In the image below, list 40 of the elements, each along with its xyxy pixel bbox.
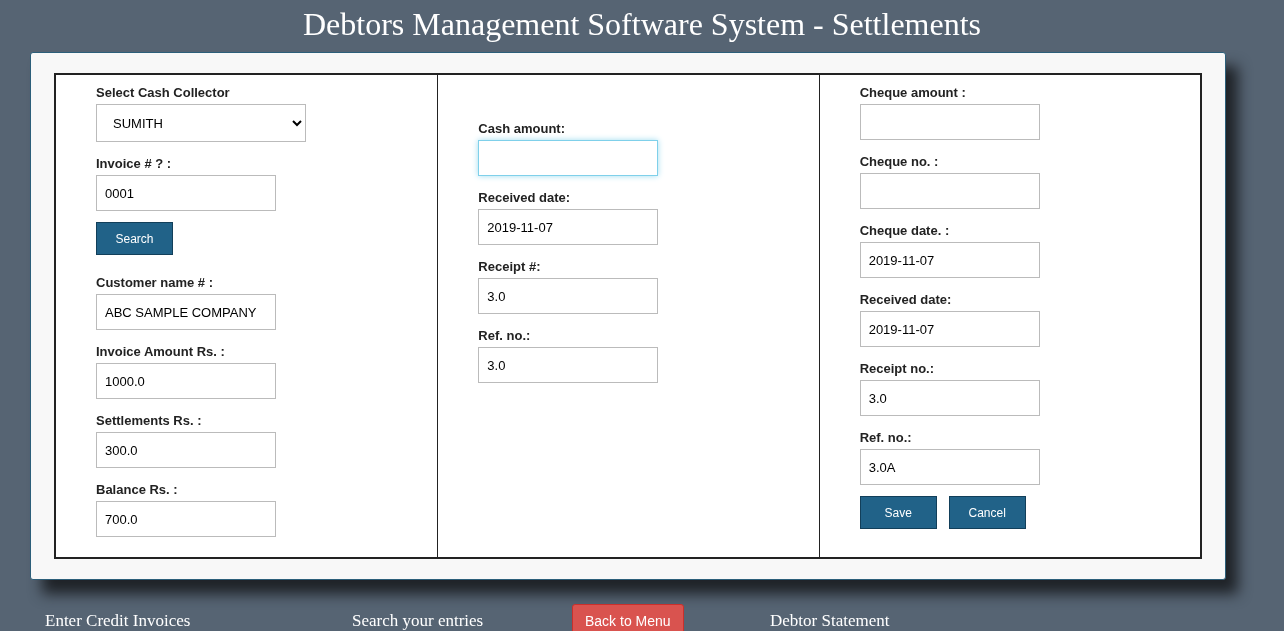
action-button[interactable]: Cancel [948, 496, 1026, 529]
back-to-menu-button[interactable]: Back to Menu [572, 604, 684, 631]
field-label: Cheque date. : [859, 223, 951, 238]
field-label: Receipt #: [478, 259, 542, 274]
input-field[interactable]: 2019-11-07 [478, 209, 659, 245]
input-field[interactable]: 1000.0 [96, 363, 276, 399]
collector-dropdown[interactable]: SUMITH [96, 104, 306, 142]
nav-link[interactable]: Enter Credit Invoices [45, 611, 191, 631]
input-field[interactable]: 3.0 [478, 347, 659, 383]
input-field[interactable]: 3.0A [859, 449, 1040, 485]
input-field[interactable]: ABC SAMPLE COMPANY [96, 294, 276, 330]
field-label: Cheque amount : [859, 85, 967, 100]
input-field[interactable]: 0001 [96, 175, 276, 211]
action-button[interactable]: Save [859, 496, 937, 529]
field-label: Invoice # ? : [96, 156, 173, 171]
input-field[interactable]: 300.0 [96, 432, 276, 468]
field-label: Settlements Rs. : [96, 413, 203, 428]
field-label: Invoice Amount Rs. : [96, 344, 226, 359]
input-field[interactable] [859, 173, 1040, 209]
input-field[interactable]: 2019-11-07 [859, 311, 1040, 347]
field-label: Cash amount: [478, 121, 566, 136]
field-label: Balance Rs. : [96, 482, 179, 497]
nav-link[interactable]: Search your entries [352, 611, 484, 631]
input-field[interactable]: 3.0 [478, 278, 659, 314]
input-field[interactable]: 2019-11-07 [859, 242, 1040, 278]
field-label: Customer name # : [96, 275, 215, 290]
field-label: Ref. no.: [859, 430, 913, 445]
nav-link[interactable]: Debtor Statement [770, 611, 890, 631]
input-field[interactable] [859, 104, 1040, 140]
field-label: Received date: [478, 190, 572, 205]
input-field[interactable] [478, 140, 659, 176]
input-field[interactable]: 3.0 [859, 380, 1040, 416]
field-label: Receipt no.: [859, 361, 936, 376]
field-label: Ref. no.: [478, 328, 532, 343]
action-button[interactable]: Search [96, 222, 173, 255]
field-label: Select Cash Collector [96, 85, 231, 100]
field-label: Received date: [859, 292, 953, 307]
input-field[interactable]: 700.0 [96, 501, 276, 537]
page-title: Debtors Management Software System - Settlements [301, 5, 983, 44]
field-label: Cheque no. : [859, 154, 940, 169]
